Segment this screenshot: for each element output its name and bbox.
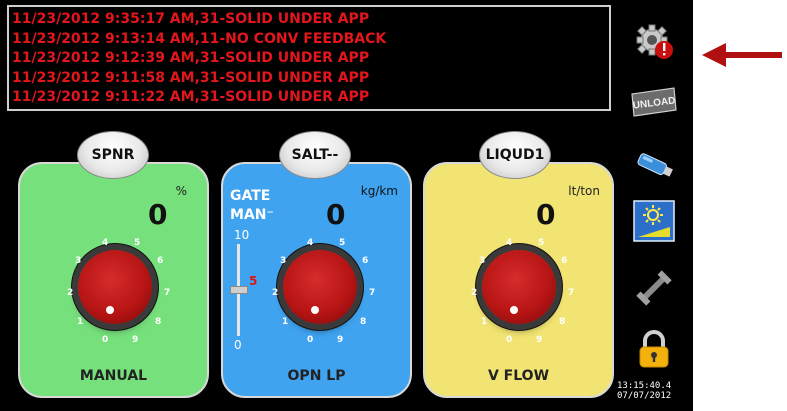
liquid-tab[interactable]: LIQUD1 [479, 131, 551, 179]
clock-date: 07/07/2012 [617, 391, 672, 401]
spinner-tab[interactable]: SPNR [77, 131, 149, 179]
knob-scale-label: 8 [155, 317, 162, 327]
spinner-value: 0 [148, 198, 168, 231]
knob-scale-label: 1 [282, 317, 289, 327]
clock-readout: 13:15:40.4 07/07/2012 [617, 381, 671, 401]
liquid-knob[interactable]: 0 1 2 3 4 5 6 7 8 9 [464, 232, 575, 345]
slider-thumb[interactable] [230, 286, 248, 294]
knob-scale-label: 7 [568, 288, 575, 298]
knob-scale-label: 9 [337, 335, 344, 345]
knob-scale-label: 5 [134, 238, 141, 248]
liquid-value: 0 [536, 198, 556, 231]
knob-scale-label: 4 [102, 238, 109, 248]
knob-scale-label: 2 [471, 288, 478, 298]
knob-scale-label: 4 [506, 238, 513, 248]
knob-indicator [106, 306, 114, 314]
knob-scale-label: 3 [75, 256, 82, 266]
man-label: MAN⁻ [230, 207, 274, 223]
alarm-log-entry: 11/23/2012 9:12:39 AM,31-SOLID UNDER APP [12, 50, 370, 66]
knob-scale-label: 1 [481, 317, 488, 327]
alarm-log-entry: 11/23/2012 9:11:22 AM,31-SOLID UNDER APP [12, 89, 370, 105]
gate-value: 5 [249, 274, 258, 288]
salt-tab[interactable]: SALT-- [279, 131, 351, 179]
settings-button[interactable] [629, 22, 679, 62]
knob-scale-label: 7 [164, 288, 171, 298]
hmi-screen: 11/23/2012 9:35:17 AM,31-SOLID UNDER APP… [0, 0, 693, 411]
alarm-log-entry: 11/23/2012 9:13:14 AM,11-NO CONV FEEDBAC… [12, 30, 387, 47]
knob-scale-label: 4 [307, 238, 314, 248]
liquid-unit: lt/ton [568, 184, 600, 198]
brightness-icon [633, 200, 675, 242]
gate-min-label: 0 [234, 338, 242, 352]
lock-button[interactable] [629, 330, 679, 370]
salt-unit: kg/km [360, 184, 398, 198]
knob-scale-label: 6 [362, 256, 369, 266]
spinner-knob[interactable]: 0 1 2 3 4 5 6 7 8 9 [60, 232, 171, 345]
knob-body [482, 250, 556, 324]
knob-scale-label: 0 [102, 335, 109, 345]
tool-button[interactable] [629, 268, 679, 308]
pointer-arrow-icon [702, 43, 782, 67]
spinner-mode[interactable]: MANUAL [20, 368, 207, 384]
salt-panel[interactable]: GATE MAN⁻ kg/km 0 10 0 5 0 1 2 3 4 5 6 7… [221, 162, 412, 398]
knob-scale-label: 5 [538, 238, 545, 248]
knob-scale-label: 8 [360, 317, 367, 327]
salt-knob[interactable]: 0 1 2 3 4 5 6 7 8 9 [265, 232, 376, 345]
gate-label: GATE [230, 188, 271, 204]
gate-slider[interactable]: 10 0 [229, 228, 251, 352]
knob-body [78, 250, 152, 324]
spinner-unit: % [175, 184, 187, 198]
alarm-log-entry: 11/23/2012 9:35:17 AM,31-SOLID UNDER APP [12, 11, 370, 27]
knob-scale-label: 0 [307, 335, 314, 345]
salt-mode[interactable]: OPN LP [223, 368, 410, 384]
padlock-icon [639, 330, 669, 368]
knob-scale-label: 6 [561, 256, 568, 266]
knob-scale-label: 0 [506, 335, 513, 345]
clock-time: 13:15:40.4 [617, 381, 672, 391]
liquid-panel[interactable]: lt/ton 0 0 1 2 3 4 5 6 7 8 9 V FLOW [423, 162, 614, 398]
knob-scale-label: 6 [157, 256, 164, 266]
knob-indicator [311, 306, 319, 314]
alarm-log[interactable]: 11/23/2012 9:35:17 AM,31-SOLID UNDER APP… [7, 5, 611, 111]
knob-scale-label: 8 [559, 317, 566, 327]
unload-button[interactable]: UNLOAD [629, 82, 679, 122]
knob-scale-label: 3 [280, 256, 287, 266]
alarm-log-entry: 11/23/2012 9:11:58 AM,31-SOLID UNDER APP [12, 69, 370, 86]
salt-value: 0 [326, 198, 346, 231]
knob-body [283, 250, 357, 324]
knob-scale-label: 7 [369, 288, 376, 298]
usb-drive-icon [637, 153, 673, 177]
knob-scale-label: 1 [77, 317, 84, 327]
gear-alert-icon [636, 24, 673, 59]
knob-scale-label: 3 [479, 256, 486, 266]
knob-scale-label: 9 [132, 335, 139, 345]
knob-scale-label: 2 [67, 288, 74, 298]
knob-indicator [510, 306, 518, 314]
knob-scale-label: 2 [272, 288, 279, 298]
knob-scale-label: 5 [339, 238, 346, 248]
knob-scale-label: 9 [536, 335, 543, 345]
spinner-panel[interactable]: % 0 0 1 2 3 4 5 6 7 8 9 MANUAL [18, 162, 209, 398]
gate-max-label: 10 [234, 228, 250, 242]
usb-button[interactable] [629, 145, 679, 185]
brightness-button[interactable] [629, 200, 679, 242]
unload-icon: UNLOAD [631, 87, 677, 117]
wrench-icon [636, 270, 672, 306]
liquid-mode[interactable]: V FLOW [425, 368, 612, 384]
